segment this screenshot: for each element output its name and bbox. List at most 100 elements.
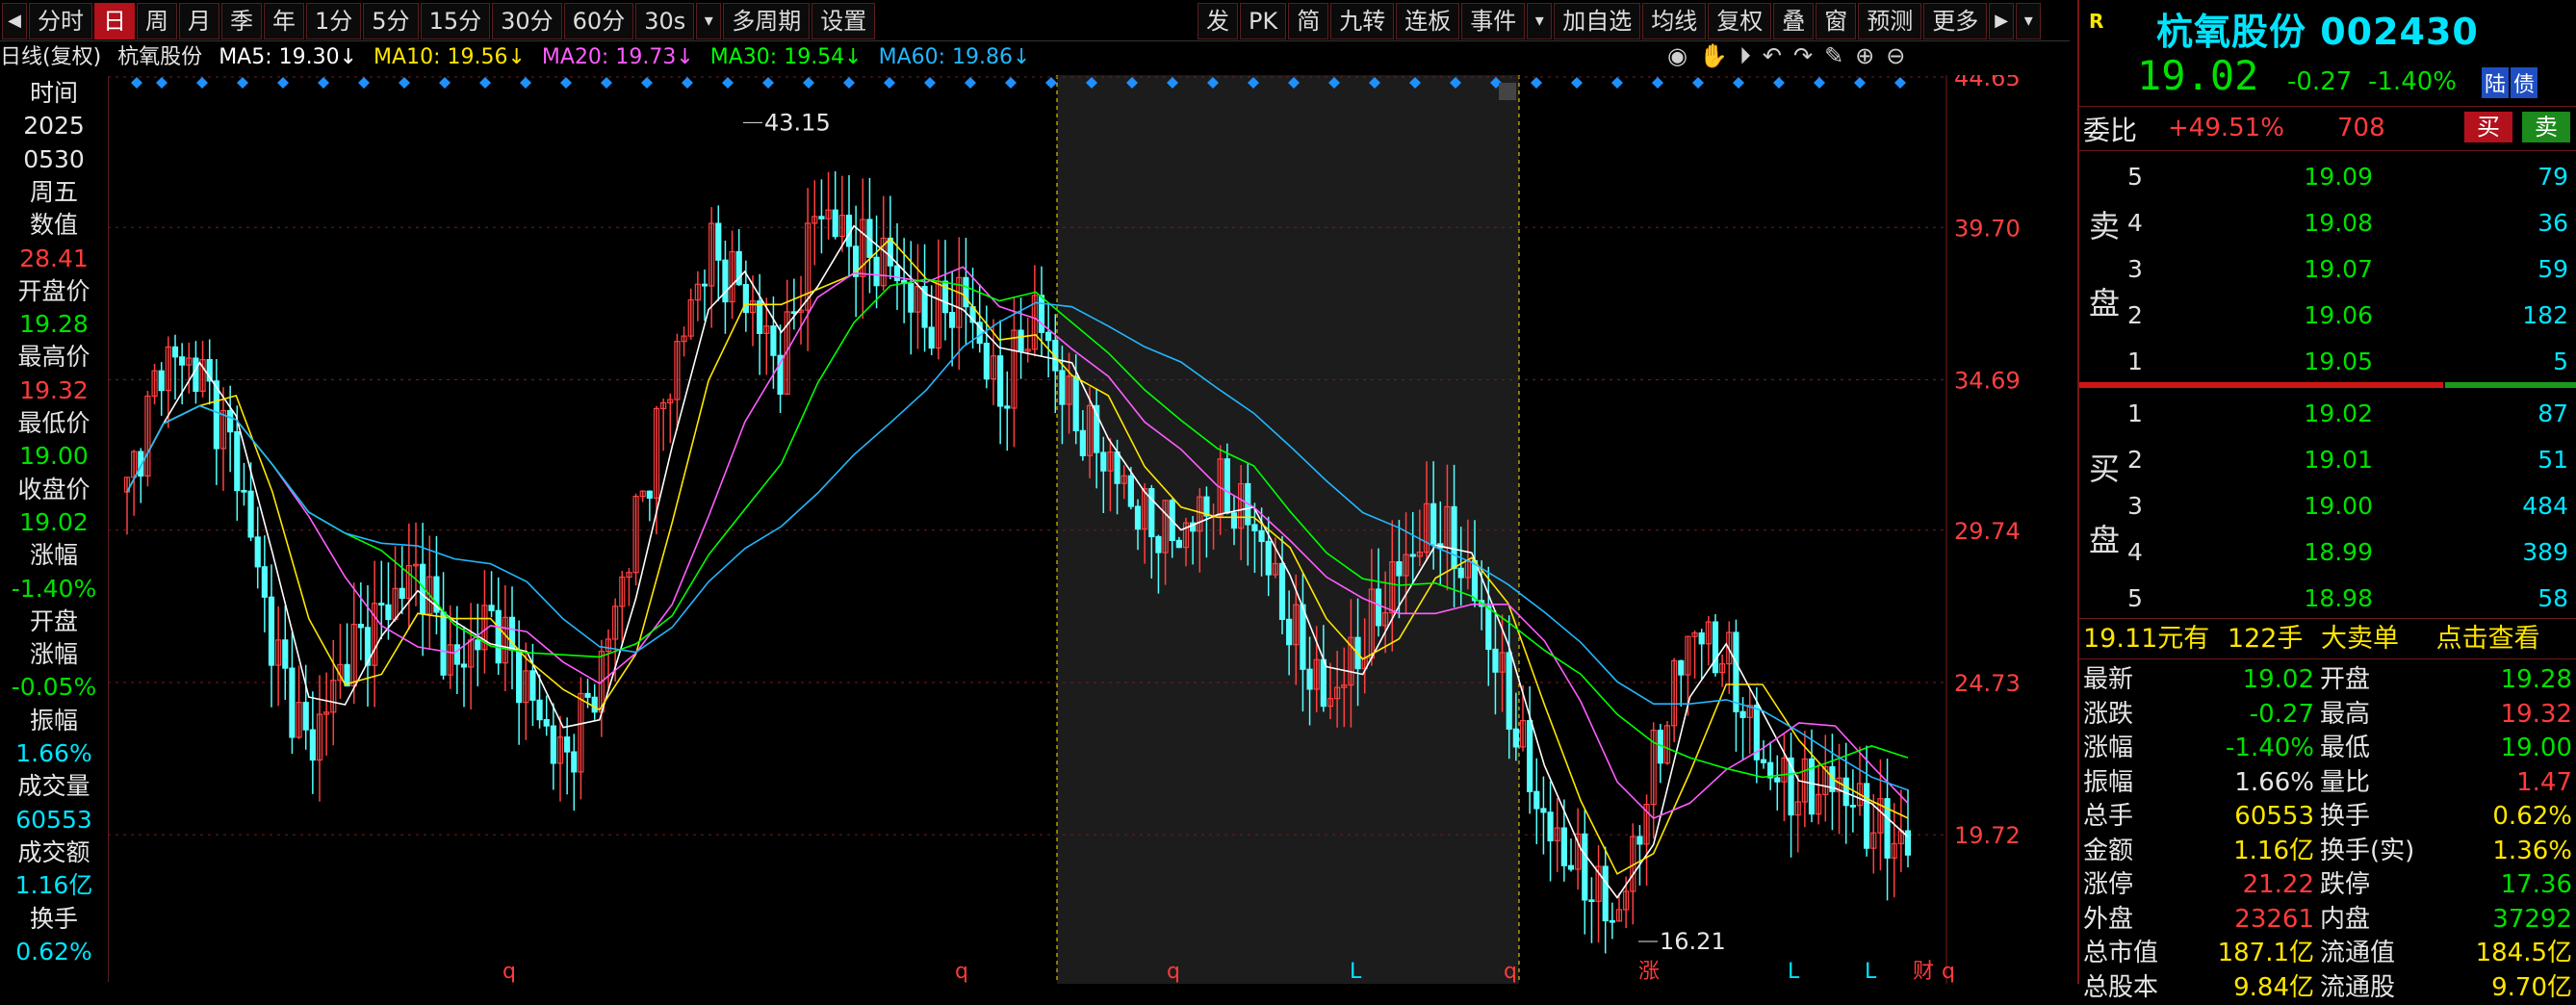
candle-body: [1409, 554, 1416, 557]
redo-icon[interactable]: ↷: [1793, 42, 1813, 73]
period-tab[interactable]: 60分: [563, 3, 634, 39]
stat-label: 换手: [2320, 802, 2371, 831]
big-order-row[interactable]: 19.11元有 122手 大卖单 点击查看: [2083, 622, 2540, 657]
event-marker-icon: [277, 77, 289, 89]
order-book-row[interactable]: 5 19.09 79: [2079, 154, 2576, 200]
tool-button[interactable]: 更多: [1923, 3, 1988, 39]
tool-button[interactable]: 窗: [1816, 3, 1857, 39]
info-line: 0.62%: [15, 937, 92, 966]
candle-body: [1258, 529, 1265, 543]
big-order-link[interactable]: 点击查看: [2436, 624, 2540, 654]
candle-body: [1175, 539, 1182, 549]
event-marker-icon: [601, 77, 612, 89]
candle-body: [832, 209, 838, 238]
candle-body: [475, 639, 481, 651]
order-price: 18.99: [2304, 538, 2373, 566]
candle-body: [887, 237, 893, 267]
tag-zhai[interactable]: 债: [2511, 67, 2538, 98]
tool-button[interactable]: 简: [1288, 3, 1329, 39]
sell-button[interactable]: 卖: [2522, 112, 2570, 142]
zoom-out-icon[interactable]: ⊖: [1886, 42, 1905, 73]
candle-body: [963, 276, 969, 308]
next-icon[interactable]: ▶: [1989, 3, 2015, 39]
candle-body: [357, 623, 364, 629]
price-axis-label: 44.65: [1954, 75, 2021, 91]
info-line: 19.00: [19, 442, 89, 471]
info-line: 最高价: [17, 343, 90, 372]
period-label[interactable]: 日线(复权): [0, 45, 101, 69]
candle-body: [1471, 559, 1479, 602]
tool-button[interactable]: 发: [1198, 3, 1238, 39]
period-tab[interactable]: 30分: [492, 3, 562, 39]
tool-button[interactable]: 连板: [1396, 3, 1460, 39]
order-book-row[interactable]: 2 19.01 51: [2079, 437, 2576, 483]
hand-icon[interactable]: ✋: [1699, 42, 1728, 73]
period-tab[interactable]: 周: [137, 3, 177, 39]
order-book-row[interactable]: 4 18.99 389: [2079, 529, 2576, 576]
candle-body: [1306, 668, 1313, 690]
info-line: 19.28: [19, 310, 89, 339]
period-tab[interactable]: 年: [264, 3, 304, 39]
stat-value: -0.27: [2249, 699, 2314, 729]
tool-dropdown-icon[interactable]: ▾: [1527, 3, 1553, 39]
candle-body: [1072, 375, 1079, 431]
tool-button[interactable]: PK: [1240, 3, 1287, 39]
ma60-value: MA60: 19.86↓: [878, 45, 1031, 69]
tool-button[interactable]: 九转: [1330, 3, 1395, 39]
tag-lu[interactable]: 陆: [2482, 67, 2510, 98]
stat-value: 17.36: [2500, 870, 2572, 899]
order-book-row[interactable]: 4 19.08 36: [2079, 200, 2576, 246]
tool-button[interactable]: 预测: [1858, 3, 1922, 39]
buy-button[interactable]: 买: [2464, 112, 2512, 142]
order-book-row[interactable]: 2 19.06 182: [2079, 293, 2576, 339]
period-tab[interactable]: 30s: [635, 3, 695, 39]
tool-dropdown-icon[interactable]: ▾: [2016, 3, 2042, 39]
period-tab[interactable]: 1分: [306, 3, 362, 39]
candle-body: [1451, 505, 1457, 569]
period-tab[interactable]: 15分: [420, 3, 491, 39]
kline-chart[interactable]: 44.65 39.70 34.69 29.74 24.73 19.72 43.15 16.21…: [108, 75, 2075, 984]
order-book-row[interactable]: 3 19.07 59: [2079, 246, 2576, 293]
candle-body: [1079, 429, 1086, 456]
period-tab[interactable]: 多周期: [723, 3, 811, 39]
tool-button[interactable]: 事件: [1461, 3, 1526, 39]
period-tab[interactable]: 季: [221, 3, 262, 39]
undo-icon[interactable]: ↶: [1763, 42, 1782, 73]
tool-button[interactable]: 复权: [1708, 3, 1772, 39]
candle-body: [1678, 659, 1685, 676]
period-tab[interactable]: 分时: [29, 3, 92, 39]
period-dropdown-icon[interactable]: ▾: [696, 3, 722, 39]
stat-label: 量比: [2320, 767, 2371, 797]
info-line: 1.16亿: [14, 871, 93, 900]
ma20-value: MA20: 19.73↓: [541, 45, 694, 69]
event-marker-icon: [156, 77, 167, 89]
period-tab[interactable]: 日: [94, 3, 135, 39]
period-tab[interactable]: 5分: [363, 3, 419, 39]
back-arrow-icon[interactable]: ◀: [2, 3, 27, 39]
order-book-row[interactable]: 5 18.98 58: [2079, 576, 2576, 622]
info-line: 19.02: [19, 507, 89, 536]
order-book-row[interactable]: 3 19.00 484: [2079, 483, 2576, 529]
period-tab[interactable]: 设置: [811, 3, 876, 39]
draw-icon[interactable]: ✎: [1824, 42, 1843, 73]
ma30-value: MA30: 19.54↓: [709, 45, 863, 69]
tool-button[interactable]: 叠: [1773, 3, 1815, 39]
tool-button[interactable]: 加自选: [1554, 3, 1641, 39]
period-tab[interactable]: 月: [179, 3, 219, 39]
eye-icon[interactable]: ◉: [1667, 42, 1687, 73]
candle-body: [1396, 561, 1403, 577]
order-book-row[interactable]: 1 19.05 5: [2079, 339, 2576, 385]
stat-value: -1.40%: [2226, 734, 2314, 762]
candle-body: [460, 663, 468, 668]
tool-button[interactable]: 均线: [1642, 3, 1707, 39]
info-line: 振幅: [29, 706, 78, 734]
stat-label: 总股本: [2083, 972, 2159, 1002]
play-icon[interactable]: ⏵: [1739, 42, 1751, 73]
event-marker-icon: [924, 77, 936, 89]
quote-stat-row: 涨停 21.22 跌停 17.36: [2079, 867, 2576, 902]
info-line: 60553: [15, 805, 92, 834]
zoom-in-icon[interactable]: ⊕: [1855, 42, 1874, 73]
candle-body: [158, 370, 165, 392]
price-axis-label: 34.69: [1954, 367, 2021, 394]
order-book-row[interactable]: 1 19.02 87: [2079, 391, 2576, 437]
